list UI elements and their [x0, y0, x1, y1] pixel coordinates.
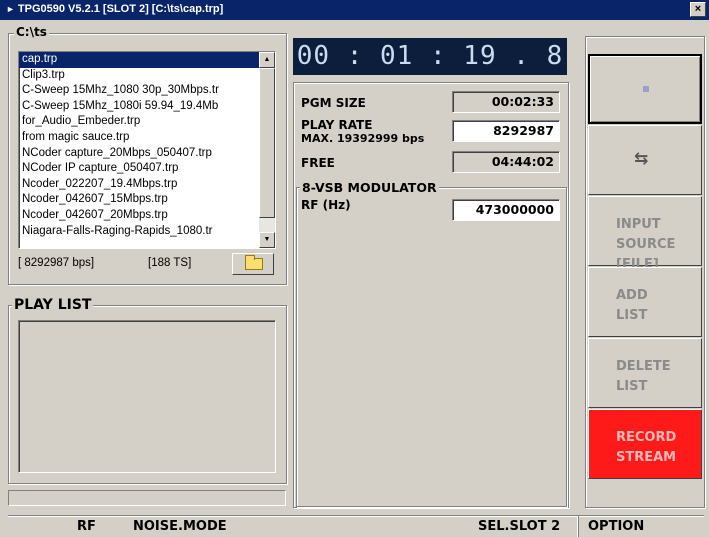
noise-mode-button[interactable]: NOISE.MODE — [133, 519, 227, 534]
ts-size-readout: [188 TS] — [148, 257, 192, 269]
file-list-item[interactable]: Ncoder_022207_19.4Mbps.trp — [19, 177, 259, 193]
open-folder-button[interactable] — [232, 253, 274, 275]
close-button[interactable]: × — [690, 2, 706, 17]
stop-button[interactable] — [588, 54, 702, 124]
playlist-group-label: PLAY LIST — [12, 297, 94, 313]
bitrate-readout: [ 8292987 bps] — [18, 257, 95, 269]
scroll-thumb[interactable] — [259, 68, 275, 218]
free-label: FREE — [301, 156, 335, 170]
title-bar: ► TPG0590 V5.2.1 [SLOT 2] [C:\ts\cap.trp]… — [0, 0, 709, 20]
window-title-text: TPG0590 V5.2.1 [SLOT 2] [C:\ts\cap.trp] — [17, 3, 224, 15]
delete-list-button[interactable]: DELETE LIST — [588, 338, 702, 408]
modulator-group-label: 8-VSB MODULATOR — [300, 180, 439, 195]
window-title: ► TPG0590 V5.2.1 [SLOT 2] [C:\ts\cap.trp] — [6, 3, 223, 15]
record-stream-button[interactable]: RECORD STREAM — [588, 409, 702, 479]
free-value: 04:44:02 — [452, 151, 560, 173]
add-list-button[interactable]: ADD LIST — [588, 267, 702, 337]
file-list-item[interactable]: C-Sweep 15Mhz_1080i 59.94_19.4Mb — [19, 99, 259, 115]
file-list-item[interactable]: cap.trp — [19, 52, 259, 68]
play-rate-input[interactable]: 8292987 — [452, 120, 560, 142]
max-rate-label: MAX. 19392999 bps — [301, 132, 425, 145]
file-list[interactable]: cap.trp Clip3.trp C-Sweep 15Mhz_1080 30p_3… — [18, 51, 276, 249]
file-list-item[interactable]: C-Sweep 15Mhz_1080 30p_30Mbps.tr — [19, 83, 259, 99]
file-list-item[interactable]: Ncoder_042607_20Mbps.trp — [19, 208, 259, 224]
status-divider — [578, 516, 579, 537]
folder-icon — [245, 255, 263, 270]
play-triangle-icon: ► — [6, 4, 15, 14]
file-list-item[interactable]: NCoder capture_20Mbps_050407.trp — [19, 146, 259, 162]
stop-icon — [643, 86, 649, 92]
file-browser-group-label: C:\ts — [14, 25, 49, 39]
file-list-item[interactable]: from magic sauce.trp — [19, 130, 259, 146]
scroll-down-button[interactable]: ▼ — [259, 232, 275, 248]
file-list-item[interactable]: Niagara-Falls-Raging-Rapids_1080.tr — [19, 224, 259, 240]
rf-frequency-input[interactable]: 473000000 — [452, 199, 560, 221]
rf-status-button[interactable]: RF — [77, 519, 96, 534]
modulator-group — [296, 187, 567, 507]
pgm-size-value: 00:02:33 — [452, 91, 560, 113]
file-list-item[interactable]: Clip3.trp — [19, 68, 259, 84]
pgm-size-label: PGM SIZE — [301, 96, 366, 110]
file-list-item[interactable]: Ncoder_042607_15Mbps.trp — [19, 192, 259, 208]
loop-icon: ⇆ — [634, 149, 649, 169]
file-list-item[interactable]: for_Audio_Embeder.trp — [19, 114, 259, 130]
play-rate-label: PLAY RATE — [301, 118, 373, 132]
loop-button[interactable]: ⇆ — [588, 125, 702, 195]
file-list-item[interactable]: NCoder IP capture_050407.trp — [19, 161, 259, 177]
file-list-scrollbar[interactable]: ▲ ▼ — [259, 52, 275, 248]
playlist-status-field — [8, 490, 286, 506]
elapsed-time-display: 00 : 01 : 19 . 8 — [293, 38, 567, 75]
playlist-box[interactable] — [18, 320, 276, 473]
select-slot-button[interactable]: SEL.SLOT 2 — [478, 519, 560, 534]
input-source-button[interactable]: INPUT SOURCE [FILE] — [588, 196, 702, 272]
option-button[interactable]: OPTION — [588, 519, 644, 534]
scroll-up-button[interactable]: ▲ — [259, 52, 275, 68]
rf-hz-label: RF (Hz) — [301, 198, 351, 212]
